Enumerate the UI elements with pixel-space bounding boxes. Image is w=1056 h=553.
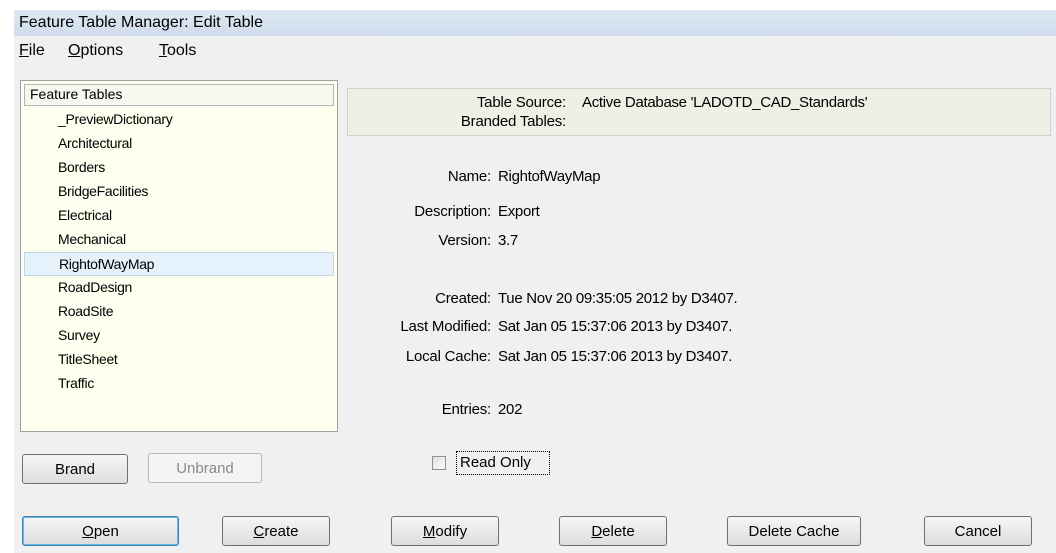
feature-table-item[interactable]: TitleSheet — [24, 348, 334, 372]
brand-button[interactable]: Brand — [22, 454, 128, 484]
modify-button[interactable]: Modify — [391, 516, 499, 546]
created-label: Created: — [435, 290, 491, 307]
name-label: Name: — [447, 168, 491, 185]
feature-table-item[interactable]: Borders — [24, 156, 334, 180]
local-cache-value: Sat Jan 05 15:37:06 2013 by D3407. — [498, 348, 733, 365]
version-value: 3.7 — [498, 232, 518, 249]
description-label: Description: — [414, 203, 491, 220]
title-bar[interactable]: Feature Table Manager: Edit Table — [14, 10, 1056, 36]
menu-file[interactable]: File — [19, 42, 45, 60]
last-modified-label: Last Modified: — [400, 318, 491, 335]
feature-table-item[interactable]: Architectural — [24, 132, 334, 156]
delete-button[interactable]: Delete — [559, 516, 667, 546]
table-source-value: Active Database 'LADOTD_CAD_Standards' — [582, 94, 868, 111]
window-title: Feature Table Manager: Edit Table — [19, 14, 264, 31]
entries-label: Entries: — [441, 401, 491, 418]
table-source-panel: Table Source: Active Database 'LADOTD_CA… — [347, 88, 1051, 136]
local-cache-label: Local Cache: — [405, 348, 491, 365]
branded-tables-label: Branded Tables: — [460, 113, 566, 130]
read-only-checkbox[interactable] — [432, 456, 446, 470]
unbrand-button[interactable]: Unbrand — [148, 453, 262, 483]
feature-table-item[interactable]: Mechanical — [24, 228, 334, 252]
feature-table-item[interactable]: Electrical — [24, 204, 334, 228]
feature-table-manager-window: Feature Table Manager: Edit Table File O… — [14, 10, 1056, 553]
table-source-label: Table Source: — [476, 94, 566, 111]
create-button[interactable]: Create — [222, 516, 330, 546]
feature-tables-list[interactable]: Feature Tables _PreviewDictionary Archite… — [20, 80, 338, 432]
feature-table-item[interactable]: RoadDesign — [24, 276, 334, 300]
open-button[interactable]: Open — [22, 516, 179, 546]
feature-tables-items: _PreviewDictionary Architectural Borders Br… — [24, 108, 334, 396]
delete-cache-button[interactable]: Delete Cache — [727, 516, 861, 546]
feature-table-item[interactable]: _PreviewDictionary — [24, 108, 334, 132]
feature-table-item[interactable]: Traffic — [24, 372, 334, 396]
menu-bar: File Options Tools — [14, 40, 1056, 64]
cancel-button[interactable]: Cancel — [924, 516, 1032, 546]
created-value: Tue Nov 20 09:35:05 2012 by D3407. — [498, 290, 738, 307]
last-modified-value: Sat Jan 05 15:37:06 2013 by D3407. — [498, 318, 733, 335]
feature-table-item[interactable]: RightofWayMap — [24, 252, 334, 276]
description-value: Export — [498, 203, 540, 220]
feature-table-item[interactable]: RoadSite — [24, 300, 334, 324]
version-label: Version: — [438, 232, 491, 249]
feature-tables-header[interactable]: Feature Tables — [24, 84, 334, 106]
menu-tools[interactable]: Tools — [159, 42, 196, 60]
feature-table-item[interactable]: Survey — [24, 324, 334, 348]
name-value: RightofWayMap — [498, 168, 601, 185]
read-only-label[interactable]: Read Only — [456, 451, 550, 475]
entries-value: 202 — [498, 401, 523, 418]
feature-table-item[interactable]: BridgeFacilities — [24, 180, 334, 204]
menu-options[interactable]: Options — [68, 42, 123, 60]
